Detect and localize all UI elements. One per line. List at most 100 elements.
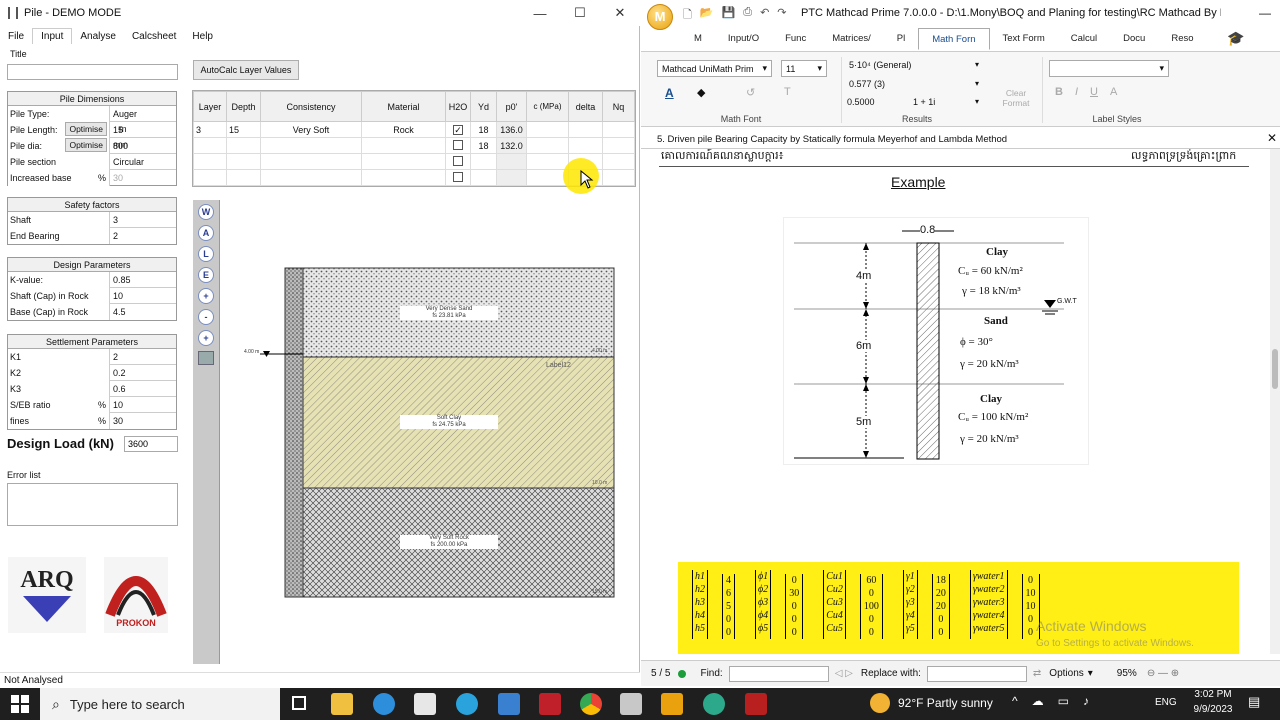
cell-material[interactable] xyxy=(361,169,446,186)
k3-value[interactable]: 0.6 xyxy=(110,381,176,397)
vertical-scrollbar[interactable] xyxy=(1270,149,1280,654)
tool-e-icon[interactable]: E xyxy=(198,267,214,283)
task-view-icon[interactable] xyxy=(292,696,306,710)
design-load-input[interactable] xyxy=(124,436,178,452)
table-row[interactable]: 3 15 Very Soft Rock ✓ 18 136.0 xyxy=(193,121,635,138)
autocalc-button[interactable]: AutoCalc Layer Values xyxy=(193,60,299,80)
error-list-box[interactable] xyxy=(7,483,178,526)
print-icon[interactable] xyxy=(198,351,214,365)
pile-app-taskbar-icon[interactable] xyxy=(620,693,642,715)
font-size-select[interactable]: 11 ▾ xyxy=(781,60,827,77)
tool-w-icon[interactable]: W xyxy=(198,204,214,220)
format-value[interactable]: 0.5000 xyxy=(847,97,875,107)
shaft-cap-value[interactable]: 10 xyxy=(110,288,176,304)
replace-input[interactable] xyxy=(926,665,1027,682)
cell-delta[interactable] xyxy=(568,121,603,138)
save-icon[interactable]: 💾 xyxy=(722,6,736,25)
cell-material[interactable] xyxy=(361,137,446,154)
redo-icon[interactable]: ↷ xyxy=(777,6,786,25)
cell-h2o[interactable] xyxy=(445,137,471,154)
format-general[interactable]: 5·10⁴ (General) xyxy=(849,60,911,70)
tab-math-formatting[interactable]: Math Forn xyxy=(918,28,990,50)
tab-plots[interactable]: Pl xyxy=(884,28,918,50)
table-row[interactable]: 18 132.0 xyxy=(193,137,635,154)
cell-h2o[interactable] xyxy=(445,153,471,170)
k1-value[interactable]: 2 xyxy=(110,349,176,365)
matrix-assignment[interactable]: Cu1 Cu2 Cu3 Cu4 Cu5 60 0 100 0 0 xyxy=(823,570,883,639)
replace-icons[interactable]: ⇄ xyxy=(1033,668,1041,679)
close-button[interactable]: ✕ xyxy=(600,0,640,26)
mathcad-taskbar-icon[interactable] xyxy=(661,693,683,715)
h2o-checkbox[interactable] xyxy=(453,139,463,150)
mail-icon[interactable] xyxy=(498,693,520,715)
cell-depth[interactable] xyxy=(226,137,261,154)
menu-help[interactable]: Help xyxy=(184,29,221,44)
title-input[interactable] xyxy=(7,64,178,80)
cell-consistency[interactable] xyxy=(260,153,362,170)
label-style-select[interactable]: ▾ xyxy=(1049,60,1169,77)
file-explorer-icon[interactable] xyxy=(331,693,353,715)
k2-value[interactable]: 0.2 xyxy=(110,365,176,381)
tray-icons[interactable]: ^☁▭♪ xyxy=(1012,694,1103,708)
cell-h2o[interactable]: ✓ xyxy=(445,121,471,138)
cell-yd[interactable] xyxy=(470,169,497,186)
tab-input-output[interactable]: Input/O xyxy=(715,28,772,50)
format-precision[interactable]: 0.577 (3) xyxy=(849,79,885,89)
open-icon[interactable]: 📂 xyxy=(700,6,714,25)
cell-depth[interactable]: 15 xyxy=(226,121,261,138)
format-complex[interactable]: 1 + 1i xyxy=(913,97,935,107)
h2o-checkbox[interactable] xyxy=(453,155,463,166)
minimize-button[interactable]: — xyxy=(1250,6,1280,20)
matrix-assignment[interactable]: h1 h2 h3 h4 h5 4 6 5 0 0 xyxy=(692,570,735,639)
mathcad-logo-icon[interactable]: M xyxy=(647,4,673,30)
tab-math[interactable]: M xyxy=(681,28,715,50)
cell-yd[interactable]: 18 xyxy=(470,137,497,154)
pile-type-value[interactable]: Auger xyxy=(110,106,176,122)
highlight-icon[interactable]: ◆ xyxy=(697,86,705,99)
tab-text-formatting[interactable]: Text Form xyxy=(990,28,1058,50)
graduation-cap-icon[interactable]: 🎓 xyxy=(1227,30,1244,47)
increased-base-value[interactable]: 30 xyxy=(110,170,176,186)
cell-delta[interactable] xyxy=(568,137,603,154)
zoom-out-icon[interactable]: - xyxy=(198,309,214,325)
matrix-assignment[interactable]: γ1 γ2 γ3 γ4 γ5 18 20 20 0 0 xyxy=(902,570,950,639)
tab-matrices[interactable]: Matrices/ xyxy=(819,28,884,50)
seb-ratio-value[interactable]: 10 xyxy=(110,397,176,413)
weather-icon[interactable] xyxy=(870,693,890,713)
clear-format-button[interactable]: Clear Format xyxy=(995,88,1037,108)
windows-start-icon[interactable] xyxy=(11,695,29,713)
tool-l-icon[interactable]: L xyxy=(198,246,214,262)
pile-section-value[interactable]: Circular xyxy=(110,154,176,170)
weather-text[interactable]: 92°F Partly sunny xyxy=(898,696,993,710)
tab-functions[interactable]: Func xyxy=(772,28,819,50)
h2o-checkbox[interactable]: ✓ xyxy=(453,124,463,135)
options-dropdown-icon[interactable]: ▾ xyxy=(1088,668,1093,679)
optimise-length-button[interactable]: Optimise xyxy=(65,121,107,136)
fines-value[interactable]: 30 xyxy=(110,413,176,429)
font-name-select[interactable]: Mathcad UniMath Prim ▾ xyxy=(657,60,772,77)
options-button[interactable]: Options xyxy=(1049,668,1083,679)
base-cap-value[interactable]: 4.5 xyxy=(110,304,176,320)
cell-c[interactable] xyxy=(526,121,569,138)
autocad-icon[interactable] xyxy=(539,693,561,715)
optimise-dia-button[interactable]: Optimise xyxy=(65,137,107,152)
maximize-button[interactable]: ☐ xyxy=(560,0,600,26)
document-tab[interactable]: 5. Driven pile Bearing Capacity by Stati… xyxy=(641,131,1280,149)
cell-depth[interactable] xyxy=(226,169,261,186)
zoom-slider[interactable]: ⊖ — ⊕ xyxy=(1147,668,1179,679)
cell-nq[interactable] xyxy=(602,121,635,138)
dropdown-arrow-icon[interactable]: ▾ xyxy=(975,79,979,88)
minimize-button[interactable]: — xyxy=(520,0,560,26)
chrome-icon[interactable] xyxy=(580,693,602,715)
notifications-icon[interactable]: ▤ xyxy=(1248,694,1260,710)
h2o-checkbox[interactable] xyxy=(453,171,463,182)
cell-yd[interactable] xyxy=(470,153,497,170)
cell-layer[interactable] xyxy=(193,137,227,154)
dropdown-arrow-icon[interactable]: ▾ xyxy=(975,60,979,69)
matrix-assignment[interactable]: γwater1 γwater2 γwater3 γwater4 γwater5 0 10 10… xyxy=(969,570,1040,639)
cell-consistency[interactable] xyxy=(260,137,362,154)
menu-input[interactable]: Input xyxy=(32,28,73,44)
zoom-level[interactable]: 95% xyxy=(1117,668,1137,679)
menu-analyse[interactable]: Analyse xyxy=(72,29,124,44)
cell-c[interactable] xyxy=(526,137,569,154)
